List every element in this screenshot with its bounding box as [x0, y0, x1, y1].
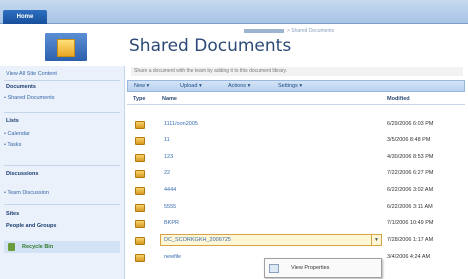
- table-row-selected[interactable]: DC_SCORKGKH_2006725 ▼ 7/28/2006 1:17 AM: [127, 234, 465, 248]
- item-dropdown-arrow-icon[interactable]: ▼: [371, 235, 381, 245]
- folder-icon: [135, 204, 145, 212]
- table-row[interactable]: 123 4/30/2006 8:53 PM: [127, 151, 465, 165]
- column-header-type[interactable]: Type: [133, 96, 145, 102]
- item-name-link[interactable]: DC_SCORKGKH_2006725: [164, 237, 231, 243]
- sidebar-heading-documents[interactable]: Documents: [6, 84, 36, 90]
- upload-menu-button[interactable]: Upload ▾: [180, 83, 202, 89]
- item-modified: 6/22/2006 3:02 AM: [387, 187, 434, 193]
- item-name-link[interactable]: BKPR: [164, 220, 179, 226]
- table-row[interactable]: 22 7/22/2006 6:27 PM: [127, 167, 465, 181]
- item-modified: 4/30/2006 8:53 PM: [387, 154, 434, 160]
- sidebar-item-calendar[interactable]: • Calendar: [4, 131, 30, 137]
- item-name-link[interactable]: 4444: [164, 187, 176, 193]
- item-name-link[interactable]: 11: [164, 137, 170, 143]
- folder-icon: [135, 170, 145, 178]
- breadcrumb: > Shared Documents: [244, 28, 334, 34]
- site-logo: [44, 32, 88, 62]
- sidebar-item-tasks[interactable]: • Tasks: [4, 142, 21, 148]
- item-modified: 3/5/2006 8:48 PM: [387, 137, 431, 143]
- header-divider: [127, 104, 465, 105]
- sidebar-divider: [4, 165, 120, 166]
- item-name-link[interactable]: 5555: [164, 204, 176, 210]
- table-row[interactable]: 1111/oon2005 6/29/2006 6:03 PM: [127, 118, 465, 132]
- item-modified: 7/28/2006 1:17 AM: [387, 237, 434, 243]
- properties-icon: [269, 264, 279, 273]
- quick-launch-sidebar: View All Site Content Documents • Shared…: [0, 66, 125, 279]
- item-modified: 6/22/2006 3:11 AM: [387, 204, 433, 210]
- actions-menu-button[interactable]: Actions ▾: [228, 83, 250, 89]
- view-properties-menu-item[interactable]: View Properties: [291, 265, 329, 271]
- breadcrumb-current: > Shared Documents: [287, 28, 335, 34]
- folder-icon: [135, 254, 145, 262]
- folder-icon: [135, 137, 145, 145]
- column-header-name[interactable]: Name: [162, 96, 177, 102]
- settings-menu-button[interactable]: Settings ▾: [278, 83, 302, 89]
- folder-icon: [135, 237, 145, 245]
- recycle-bin-icon: [8, 243, 15, 251]
- item-name-link[interactable]: 123: [164, 154, 173, 160]
- breadcrumb-site-link[interactable]: [244, 28, 284, 33]
- library-description: Share a document with the team by adding…: [131, 67, 463, 76]
- recycle-bin-link[interactable]: Recycle Bin: [4, 241, 120, 253]
- top-nav-bar: Home: [0, 0, 468, 24]
- sidebar-heading-people-and-groups[interactable]: People and Groups: [6, 223, 56, 229]
- item-name-link[interactable]: newfile: [164, 254, 181, 260]
- item-modified: 6/29/2006 6:03 PM: [387, 121, 434, 127]
- tab-home[interactable]: Home: [3, 10, 47, 24]
- sidebar-heading-discussions[interactable]: Discussions: [6, 171, 38, 177]
- item-modified: 7/22/2006 6:27 PM: [387, 170, 434, 176]
- view-all-site-content-link[interactable]: View All Site Content: [6, 71, 57, 77]
- sidebar-heading-sites[interactable]: Sites: [6, 211, 19, 217]
- table-row[interactable]: 5555 6/22/2006 3:11 AM: [127, 201, 465, 215]
- library-toolbar: New ▾ Upload ▾ Actions ▾ Settings ▾: [127, 80, 465, 92]
- new-menu-button[interactable]: New ▾: [134, 83, 149, 89]
- folder-icon: [135, 187, 145, 195]
- table-row[interactable]: 11 3/5/2006 8:48 PM: [127, 134, 465, 148]
- table-row[interactable]: BKPR 7/1/2006 10:49 PM: [127, 217, 465, 231]
- page-title: Shared Documents: [129, 36, 292, 56]
- sidebar-divider: [4, 112, 120, 113]
- sharepoint-page: Home > Shared Documents Shared Documents…: [0, 0, 468, 279]
- site-logo-icon: [57, 39, 75, 57]
- item-name-link[interactable]: 1111/oon2005: [164, 121, 198, 127]
- folder-icon: [135, 220, 145, 228]
- item-modified: 7/1/2006 10:49 PM: [387, 220, 434, 226]
- sidebar-divider: [4, 204, 120, 205]
- folder-icon: [135, 121, 145, 129]
- table-row[interactable]: 4444 6/22/2006 3:02 AM: [127, 184, 465, 198]
- item-name-link[interactable]: 22: [164, 170, 170, 176]
- sidebar-divider: [4, 80, 120, 81]
- sidebar-heading-lists[interactable]: Lists: [6, 118, 19, 124]
- item-context-menu: View Properties: [264, 258, 382, 278]
- item-modified: 3/4/2006 4:24 AM: [387, 254, 431, 260]
- recycle-bin-label: Recycle Bin: [22, 244, 54, 250]
- column-header-modified[interactable]: Modified: [387, 96, 410, 102]
- sidebar-item-team-discussion[interactable]: • Team Discussion: [4, 190, 49, 196]
- folder-icon: [135, 154, 145, 162]
- sidebar-item-shared-documents[interactable]: • Shared Documents: [4, 95, 55, 101]
